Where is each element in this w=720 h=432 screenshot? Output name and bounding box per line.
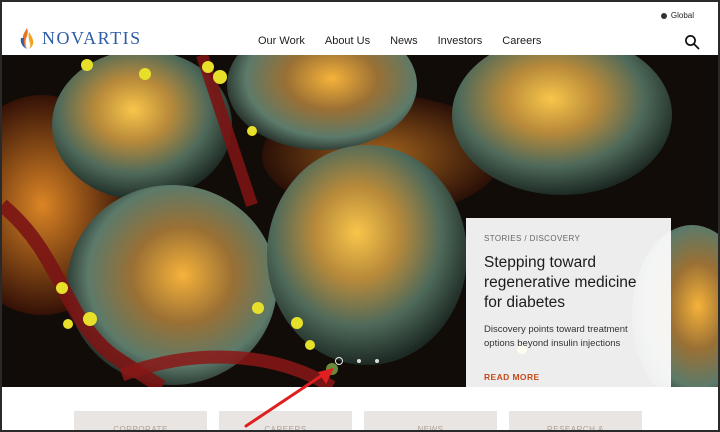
nav-about-us[interactable]: About Us	[325, 35, 370, 47]
read-more-link[interactable]: READ MORE	[484, 372, 540, 382]
story-card: STORIES / DISCOVERY Stepping toward rege…	[466, 218, 671, 387]
annotation-arrow-icon	[244, 368, 334, 428]
story-summary: Discovery points toward treatment option…	[484, 324, 628, 349]
main-nav: Our Work About Us News Investors Careers	[258, 35, 561, 47]
global-selector[interactable]: Global	[660, 11, 694, 20]
logo-wordmark: NOVARTIS	[42, 27, 142, 48]
nav-careers[interactable]: Careers	[502, 35, 541, 47]
flame-logo-icon	[20, 28, 34, 49]
novartis-logo[interactable]: NOVARTIS	[18, 26, 142, 50]
nav-news[interactable]: News	[390, 35, 418, 47]
globe-icon	[660, 12, 667, 19]
nav-investors[interactable]: Investors	[438, 35, 483, 47]
story-breadcrumb[interactable]: STORIES / DISCOVERY	[484, 234, 653, 243]
tile-news[interactable]: NEWS	[364, 411, 497, 430]
tile-corporate[interactable]: CORPORATE	[74, 411, 207, 430]
story-title[interactable]: Stepping toward regenerative medicine fo…	[484, 253, 653, 313]
carousel-dot-3[interactable]	[375, 359, 379, 363]
hero-banner: STORIES / DISCOVERY Stepping toward rege…	[2, 55, 718, 387]
browser-frame: Global NOVARTIS Our Work About Us News I…	[0, 0, 720, 432]
global-label: Global	[670, 11, 694, 20]
section-tiles: CORPORATE CAREERS NEWS RESEARCH &	[74, 411, 642, 430]
tile-research[interactable]: RESEARCH &	[509, 411, 642, 430]
carousel-dot-2[interactable]	[357, 359, 361, 363]
search-icon[interactable]	[684, 34, 700, 50]
nav-our-work[interactable]: Our Work	[258, 35, 305, 47]
